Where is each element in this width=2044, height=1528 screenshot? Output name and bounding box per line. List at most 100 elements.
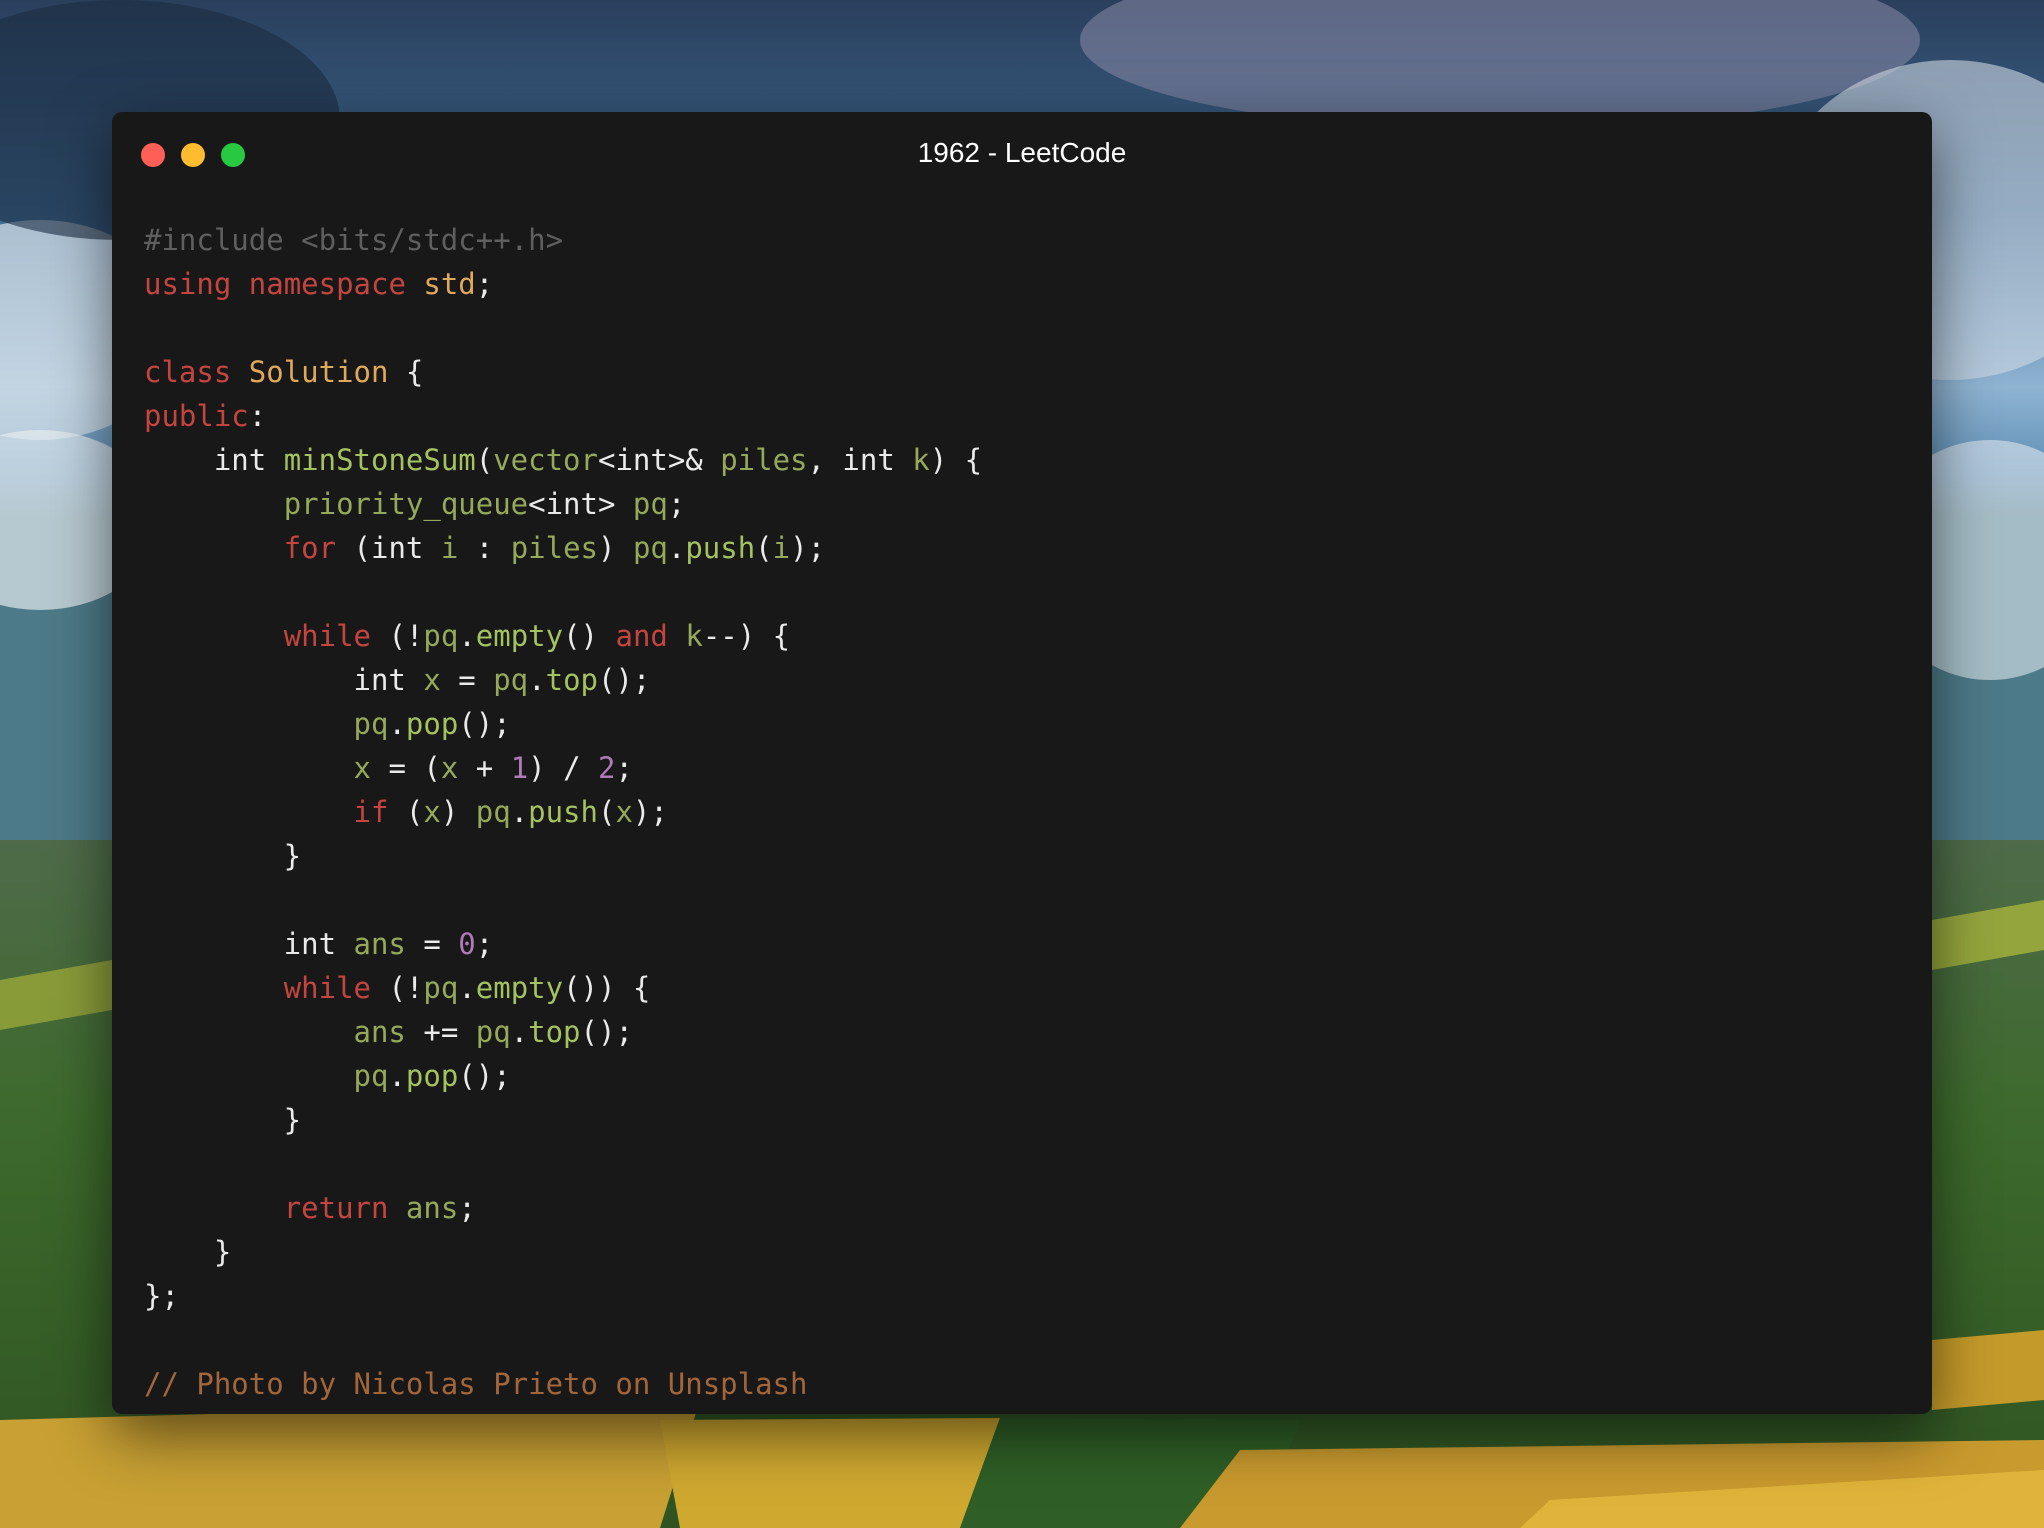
code-line: x = (x + 1) / 2; xyxy=(144,746,1912,790)
code-token-ident: pq xyxy=(423,971,459,1005)
code-line: public: xyxy=(144,394,1912,438)
code-token-punct: : xyxy=(248,399,267,433)
code-token-punct: }; xyxy=(144,1279,179,1313)
code-line: return ans; xyxy=(144,1186,1912,1230)
code-token-func: empty xyxy=(475,619,564,653)
code-token-comment: #include <bits/stdc++.h> xyxy=(144,223,564,257)
code-line: ans += pq.top(); xyxy=(144,1010,1912,1054)
code-token-plain: int xyxy=(144,443,284,477)
code-line: while (!pq.empty()) { xyxy=(144,966,1912,1010)
code-token-ident: k xyxy=(912,443,930,477)
window-titlebar: 1962 - LeetCode xyxy=(112,112,1932,194)
code-token-ident: pq xyxy=(423,619,459,653)
code-block: #include <bits/stdc++.h> using namespace … xyxy=(144,218,1912,1406)
code-token-ident: pq xyxy=(475,795,511,829)
code-token-footer: // Photo by Nicolas Prieto on Unsplash xyxy=(144,1367,808,1401)
code-token-ident: vector xyxy=(493,443,598,477)
code-token-plain: + xyxy=(458,751,511,785)
code-line: pq.pop(); xyxy=(144,702,1912,746)
code-token-plain: <int>& xyxy=(597,443,721,477)
code-token-punct: . xyxy=(458,619,476,653)
code-token-plain: : xyxy=(458,531,511,565)
code-token-punct: } xyxy=(144,1103,302,1137)
code-token-keyword: for xyxy=(283,531,337,565)
code-token-plain: , int xyxy=(807,443,913,477)
code-token-func: top xyxy=(528,1015,581,1049)
code-token-punct: ( xyxy=(597,795,616,829)
code-token-plain: = ( xyxy=(370,751,441,785)
code-token-keyword: return xyxy=(283,1191,389,1225)
code-token-punct: ()) { xyxy=(563,971,651,1005)
code-token-ident: pq xyxy=(475,1015,511,1049)
code-token-keyword: and xyxy=(615,619,668,653)
code-token-ident: ans xyxy=(405,1191,459,1225)
code-token-func: pop xyxy=(405,707,459,741)
code-token-ident: piles xyxy=(720,443,808,477)
code-line: }; xyxy=(144,1274,1912,1318)
code-token-punct: { xyxy=(388,355,424,389)
code-window: 1962 - LeetCode #include <bits/stdc++.h>… xyxy=(112,112,1932,1414)
code-token-ident: piles xyxy=(510,531,599,565)
code-line: #include <bits/stdc++.h> xyxy=(144,218,1912,262)
code-token-ident: pq xyxy=(353,707,389,741)
code-token-punct: (); xyxy=(458,1059,511,1093)
code-token-punct: (); xyxy=(598,663,651,697)
code-token-ident: pq xyxy=(493,663,529,697)
code-token-keyword: using xyxy=(144,267,232,301)
code-line: } xyxy=(144,834,1912,878)
code-token-plain: (int xyxy=(336,531,441,565)
code-token-plain: ) / xyxy=(528,751,598,785)
code-token-ident: pq xyxy=(632,487,668,521)
code-token-func: top xyxy=(545,663,598,697)
code-line: using namespace std; xyxy=(144,262,1912,306)
code-token-punct: ) { xyxy=(929,443,983,477)
code-token-punct: ; xyxy=(667,487,686,521)
code-token-punct: . xyxy=(510,1015,529,1049)
code-token-punct: (! xyxy=(371,971,424,1005)
code-line: for (int i : piles) pq.push(i); xyxy=(144,526,1912,570)
code-token-punct: ( xyxy=(388,795,424,829)
code-token-keyword: while xyxy=(283,971,371,1005)
code-line: int x = pq.top(); xyxy=(144,658,1912,702)
code-token-plain: = xyxy=(440,663,494,697)
code-token-ident: pq xyxy=(632,531,668,565)
code-token-ident: priority_queue xyxy=(283,487,529,521)
code-token-punct: ); xyxy=(790,531,826,565)
code-line: // Photo by Nicolas Prieto on Unsplash xyxy=(144,1362,1912,1406)
code-token-ident: k xyxy=(685,619,703,653)
code-token-keyword: while xyxy=(283,619,371,653)
code-token-number: 1 xyxy=(510,751,529,785)
window-title: 1962 - LeetCode xyxy=(917,137,1127,168)
code-token-keyword: class xyxy=(144,355,232,389)
code-token-punct: () xyxy=(563,619,616,653)
code-token-punct: . xyxy=(458,971,476,1005)
code-token-punct: . xyxy=(528,663,546,697)
code-token-punct: (! xyxy=(371,619,424,653)
code-token-ident: x xyxy=(353,751,371,785)
code-token-ident: x xyxy=(615,795,633,829)
code-token-number: 0 xyxy=(458,927,476,961)
code-line: } xyxy=(144,1230,1912,1274)
code-token-ident: i xyxy=(440,531,459,565)
code-token-punct: } xyxy=(144,1235,232,1269)
code-token-ident: ans xyxy=(353,1015,406,1049)
code-token-ident: x xyxy=(423,663,441,697)
code-token-punct: --) { xyxy=(702,619,791,653)
code-token-ident: x xyxy=(440,751,459,785)
code-line: class Solution { xyxy=(144,350,1912,394)
code-token-keyword: if xyxy=(353,795,389,829)
code-token-punct: . xyxy=(510,795,529,829)
code-token-ident: x xyxy=(423,795,441,829)
